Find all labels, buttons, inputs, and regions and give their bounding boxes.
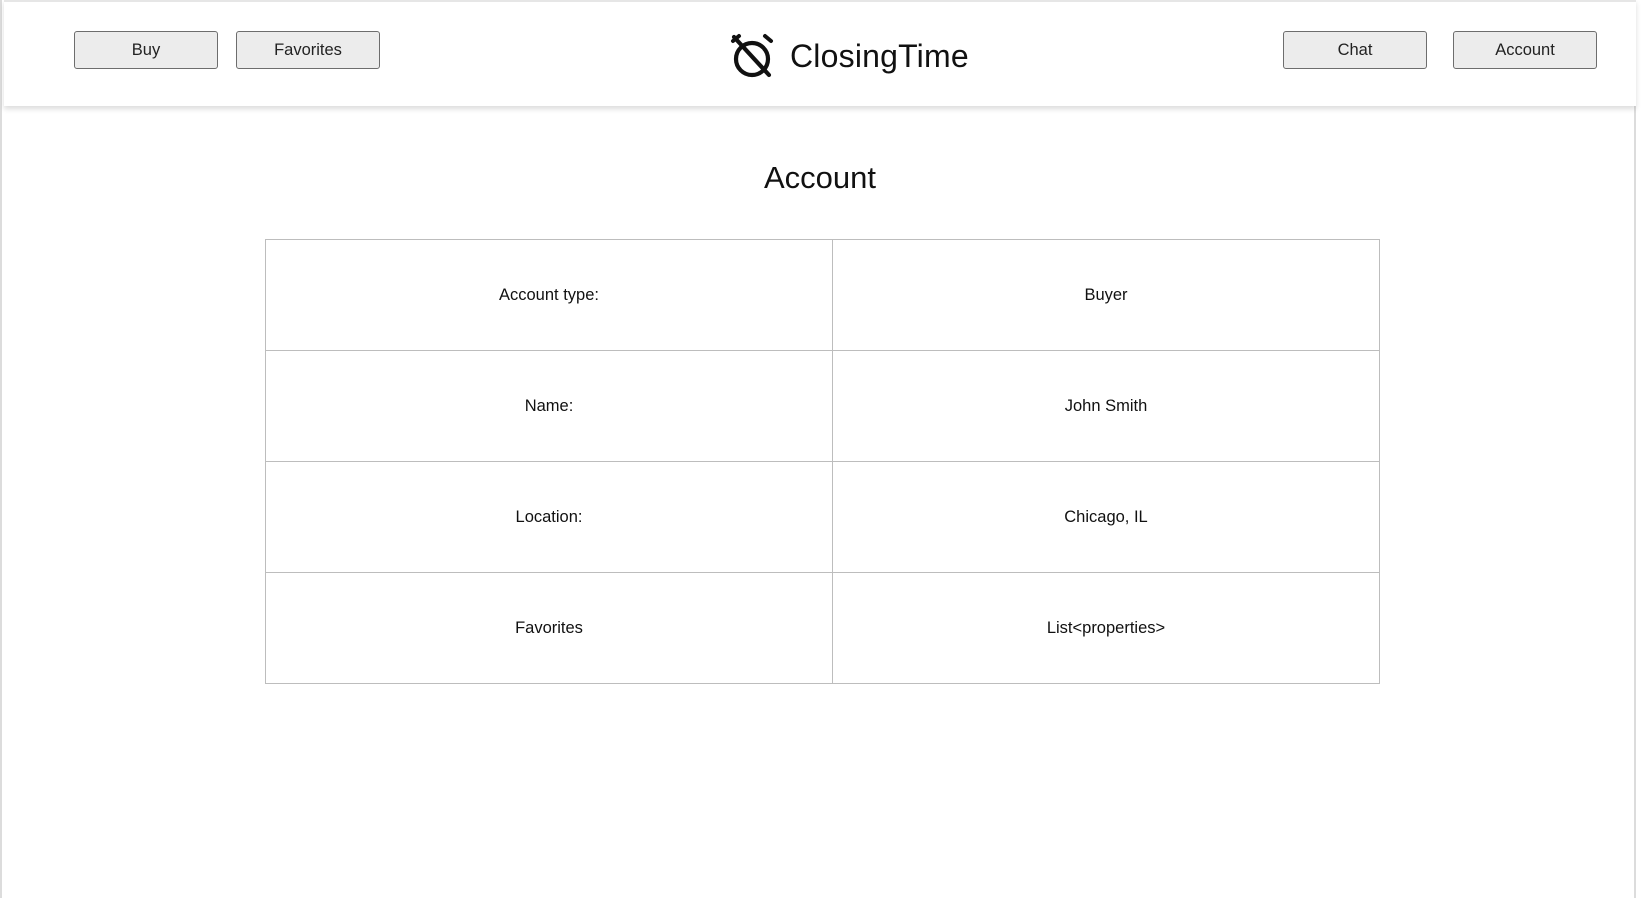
table-row: Location: Chicago, IL — [265, 461, 1380, 573]
page-frame: Buy Favorites ClosingTime Chat Account A… — [0, 0, 1636, 898]
name-value: John Smith — [832, 350, 1380, 462]
location-label: Location: — [265, 461, 833, 573]
account-details-table: Account type: Buyer Name: John Smith Loc… — [265, 239, 1380, 684]
chat-button[interactable]: Chat — [1283, 31, 1427, 69]
favorites-button[interactable]: Favorites — [236, 31, 380, 69]
table-row: Account type: Buyer — [265, 239, 1380, 351]
favorites-label: Favorites — [265, 572, 833, 684]
alarm-off-icon — [728, 32, 776, 80]
account-type-value: Buyer — [832, 239, 1380, 351]
account-button[interactable]: Account — [1453, 31, 1597, 69]
table-row: Favorites List<properties> — [265, 572, 1380, 684]
table-row: Name: John Smith — [265, 350, 1380, 462]
location-value: Chicago, IL — [832, 461, 1380, 573]
brand-name: ClosingTime — [790, 37, 969, 74]
top-header: Buy Favorites ClosingTime Chat Account — [4, 0, 1636, 106]
name-label: Name: — [265, 350, 833, 462]
account-type-label: Account type: — [265, 239, 833, 351]
brand-logo[interactable]: ClosingTime — [728, 31, 969, 81]
page-title: Account — [763, 160, 876, 195]
favorites-value: List<properties> — [832, 572, 1380, 684]
buy-button[interactable]: Buy — [74, 31, 218, 69]
